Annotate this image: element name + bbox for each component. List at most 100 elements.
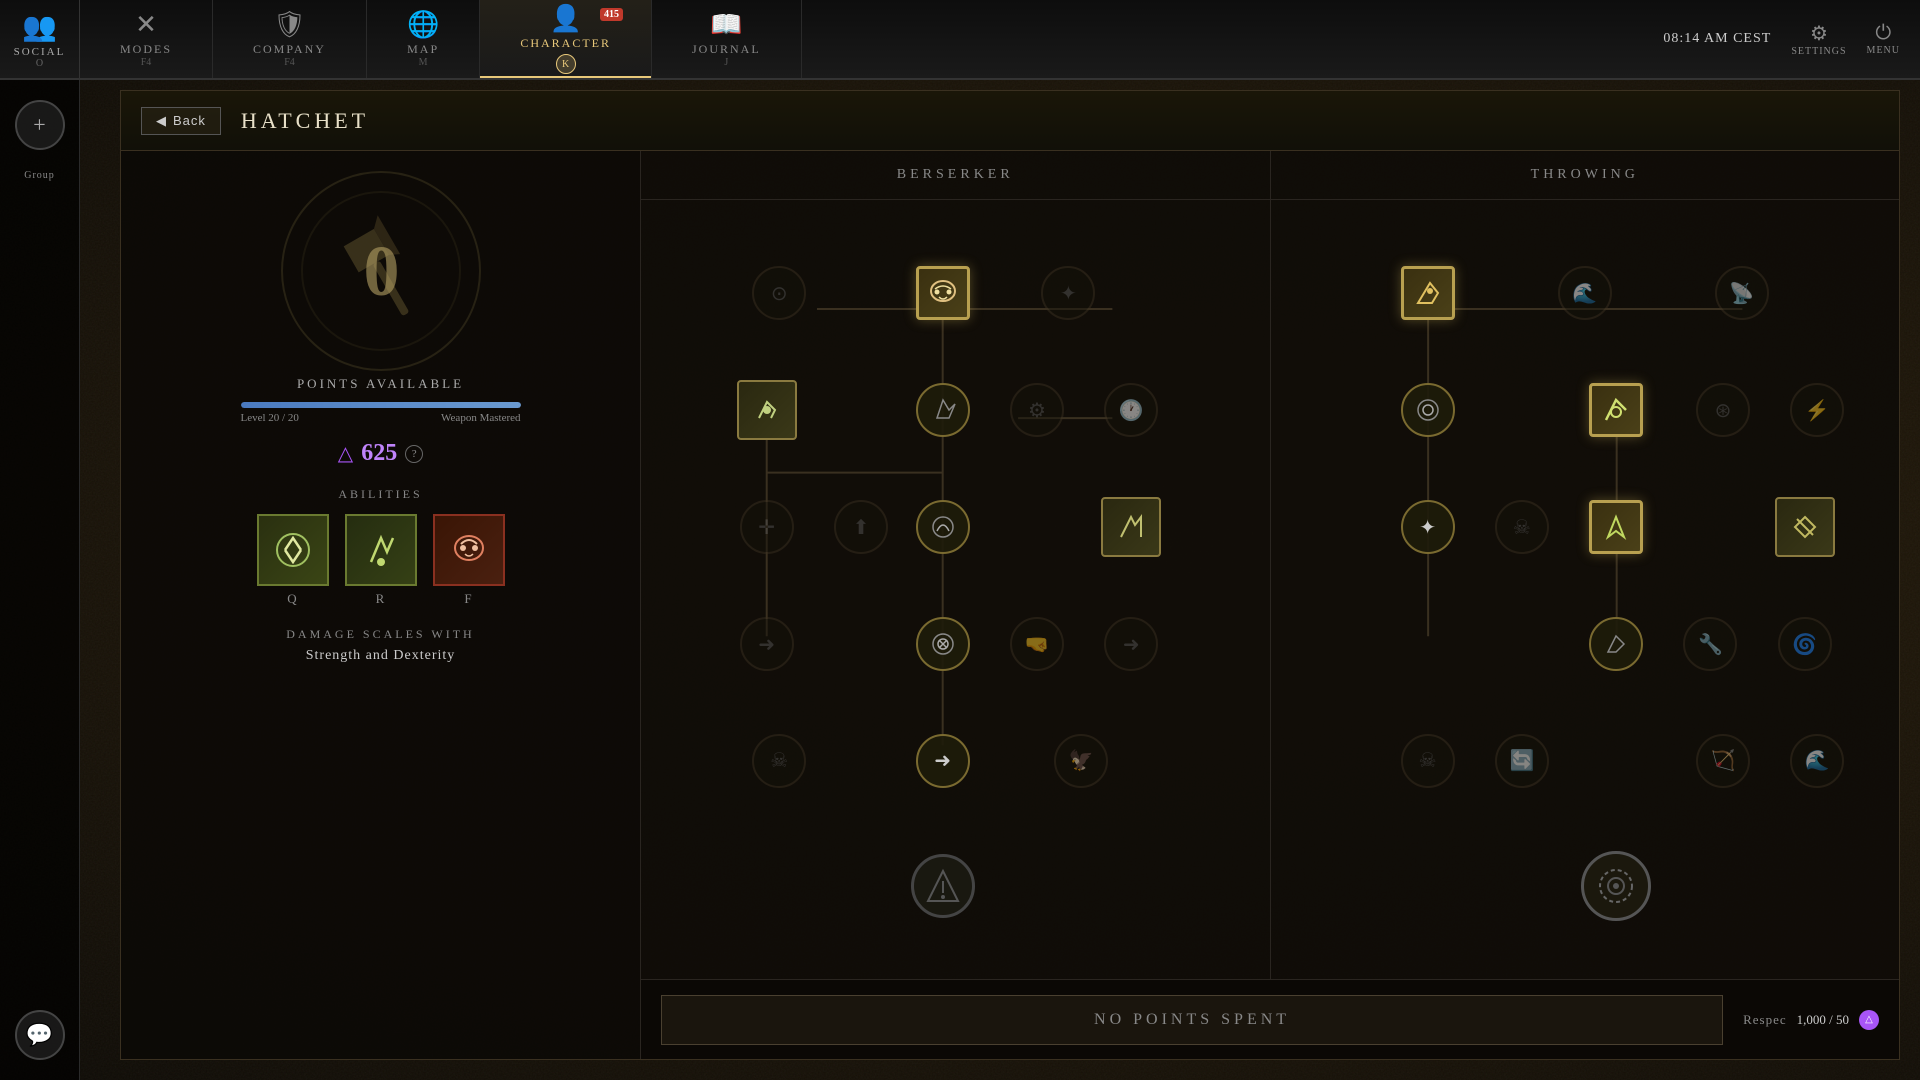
throwing-node-2-3[interactable]: ⊛ bbox=[1696, 383, 1750, 437]
berserker-header: BERSERKER bbox=[641, 151, 1271, 199]
nav-item-modes[interactable]: ✕ MODES F4 bbox=[80, 0, 213, 78]
azoth-help-button[interactable]: ? bbox=[405, 445, 423, 463]
mastery-label: Weapon Mastered bbox=[441, 412, 520, 424]
throwing-node-3-1[interactable]: ✦ bbox=[1401, 500, 1455, 554]
berserker-node-5-3[interactable]: 🦅 bbox=[1054, 734, 1108, 788]
azoth-icon: △ bbox=[338, 441, 353, 466]
throwing-node-5-3[interactable]: 🏹 bbox=[1696, 734, 1750, 788]
throwing-node-2-1[interactable] bbox=[1401, 383, 1455, 437]
throwing-node-4-3[interactable]: 🔧 bbox=[1683, 617, 1737, 671]
ability-slot-f: F bbox=[433, 514, 505, 607]
berserker-passive-node[interactable] bbox=[911, 854, 975, 918]
ability-f-symbol bbox=[447, 528, 491, 572]
throwing-node-3-4-icon bbox=[1789, 511, 1821, 543]
throwing-node-5-1[interactable]: ☠ bbox=[1401, 734, 1455, 788]
points-available-label: POINTS AVAILABLE bbox=[297, 376, 464, 392]
berserker-node-4-2[interactable] bbox=[916, 617, 970, 671]
berserker-node-2-1-icon bbox=[751, 394, 783, 426]
berserker-node-5-2[interactable]: ➜ bbox=[916, 734, 970, 788]
throwing-node-5-2[interactable]: 🔄 bbox=[1495, 734, 1549, 788]
berserker-node-4-4[interactable]: ➜ bbox=[1104, 617, 1158, 671]
throwing-node-1-1[interactable] bbox=[1401, 266, 1455, 320]
berserker-node-4-3[interactable]: 🤜 bbox=[1010, 617, 1064, 671]
berserker-node-1-2[interactable] bbox=[916, 266, 970, 320]
throwing-node-3-2[interactable]: ☠ bbox=[1495, 500, 1549, 554]
respec-label: Respec bbox=[1743, 1012, 1787, 1028]
nav-item-company[interactable]: 🛡 COMPANY F4 bbox=[213, 0, 367, 78]
berserker-node-2-3[interactable]: ⚙ bbox=[1010, 383, 1064, 437]
content-area: 0 POINTS AVAILABLE Level 20 / 20 Weapon … bbox=[121, 151, 1899, 1059]
berserker-node-1-2-icon bbox=[925, 275, 961, 311]
no-points-button[interactable]: NO POINTS SPENT bbox=[661, 995, 1723, 1045]
group-icon: + bbox=[33, 112, 45, 138]
points-number: 0 bbox=[364, 230, 398, 313]
menu-button[interactable]: ⏻ MENU bbox=[1867, 22, 1900, 56]
ability-key-r: R bbox=[376, 591, 386, 607]
berserker-node-3-3-icon bbox=[929, 513, 957, 541]
throwing-node-3-3-icon bbox=[1598, 509, 1634, 545]
damage-value: Strength and Dexterity bbox=[141, 648, 620, 664]
berserker-node-5-1[interactable]: ☠ bbox=[752, 734, 806, 788]
modes-icon: ✕ bbox=[135, 10, 157, 40]
berserker-node-2-1[interactable] bbox=[737, 380, 797, 440]
berserker-node-3-1[interactable]: ✛ bbox=[740, 500, 794, 554]
social-icon: 👥 bbox=[22, 10, 57, 44]
throwing-node-2-4[interactable]: ⚡ bbox=[1790, 383, 1844, 437]
ability-icon-f[interactable] bbox=[433, 514, 505, 586]
settings-icon: ⚙ bbox=[1810, 21, 1828, 46]
nav-right-section: 08:14 AM CEST ⚙ SETTINGS ⏻ MENU bbox=[1663, 21, 1920, 57]
throwing-node-3-3[interactable] bbox=[1589, 500, 1643, 554]
berserker-node-2-4[interactable]: 🕐 bbox=[1104, 383, 1158, 437]
berserker-tree: ⊙ ✦ bbox=[641, 200, 1271, 979]
ability-r-symbol bbox=[359, 528, 403, 572]
respec-azoth-icon: △ bbox=[1859, 1010, 1879, 1030]
throwing-node-3-4[interactable] bbox=[1775, 497, 1835, 557]
time-display: 08:14 AM CEST bbox=[1663, 31, 1771, 47]
chat-button[interactable]: 💬 bbox=[15, 1010, 65, 1060]
throwing-node-4-2[interactable] bbox=[1589, 617, 1643, 671]
back-button[interactable]: ◀ Back bbox=[141, 107, 221, 135]
ability-slot-q: Q bbox=[257, 514, 329, 607]
berserker-node-2-2-icon bbox=[929, 396, 957, 424]
ability-key-q: Q bbox=[287, 591, 297, 607]
throwing-node-1-2[interactable]: 🌊 bbox=[1558, 266, 1612, 320]
back-arrow-icon: ◀ bbox=[156, 113, 167, 129]
throwing-node-2-2-icon bbox=[1598, 392, 1634, 428]
ability-icon-r[interactable] bbox=[345, 514, 417, 586]
throwing-node-2-2[interactable] bbox=[1589, 383, 1643, 437]
nav-item-character[interactable]: 415 👤 CHARACTER K bbox=[480, 0, 652, 78]
abilities-section: ABILITIES Q bbox=[141, 487, 620, 607]
throwing-passive-node[interactable] bbox=[1581, 851, 1651, 921]
nav-item-map[interactable]: 🌐 MAP M bbox=[367, 0, 480, 78]
throwing-node-1-1-icon bbox=[1410, 275, 1446, 311]
throwing-tree: 🌊 📡 ⊛ bbox=[1271, 200, 1900, 979]
throwing-node-4-4[interactable]: 🌀 bbox=[1778, 617, 1832, 671]
top-navigation-bar: 👥 SOCIAL O ✕ MODES F4 🛡 COMPANY F4 🌐 MAP… bbox=[0, 0, 1920, 80]
sidebar-item-social[interactable]: 👥 SOCIAL O bbox=[0, 0, 80, 78]
berserker-node-1-1[interactable]: ⊙ bbox=[752, 266, 806, 320]
ability-icon-q[interactable] bbox=[257, 514, 329, 586]
character-icon: 👤 bbox=[549, 4, 581, 34]
xp-bar-fill bbox=[241, 402, 521, 408]
throwing-node-5-4[interactable]: 🌊 bbox=[1790, 734, 1844, 788]
nav-item-journal[interactable]: 📖 JOURNAL J bbox=[652, 0, 802, 78]
group-button[interactable]: + bbox=[15, 100, 65, 150]
throwing-node-4-2-icon bbox=[1602, 630, 1630, 658]
group-label: Group bbox=[24, 170, 55, 181]
berserker-node-3-3[interactable] bbox=[916, 500, 970, 554]
xp-bar-background bbox=[241, 402, 521, 408]
berserker-node-2-2[interactable] bbox=[916, 383, 970, 437]
berserker-node-1-3[interactable]: ✦ bbox=[1041, 266, 1095, 320]
damage-label: DAMAGE SCALES WITH bbox=[141, 627, 620, 642]
damage-section: DAMAGE SCALES WITH Strength and Dexterit… bbox=[141, 627, 620, 664]
xp-bar-container: Level 20 / 20 Weapon Mastered bbox=[241, 402, 521, 424]
company-icon: 🛡 bbox=[273, 10, 306, 40]
skill-tree-panel: BERSERKER THROWING bbox=[641, 151, 1899, 1059]
throwing-node-1-3[interactable]: 📡 bbox=[1715, 266, 1769, 320]
settings-button[interactable]: ⚙ SETTINGS bbox=[1791, 21, 1846, 57]
throwing-header: THROWING bbox=[1271, 151, 1900, 199]
berserker-node-3-4[interactable] bbox=[1101, 497, 1161, 557]
ability-slot-r: R bbox=[345, 514, 417, 607]
berserker-node-3-2[interactable]: ⬆ bbox=[834, 500, 888, 554]
berserker-node-4-1[interactable]: ➜ bbox=[740, 617, 794, 671]
